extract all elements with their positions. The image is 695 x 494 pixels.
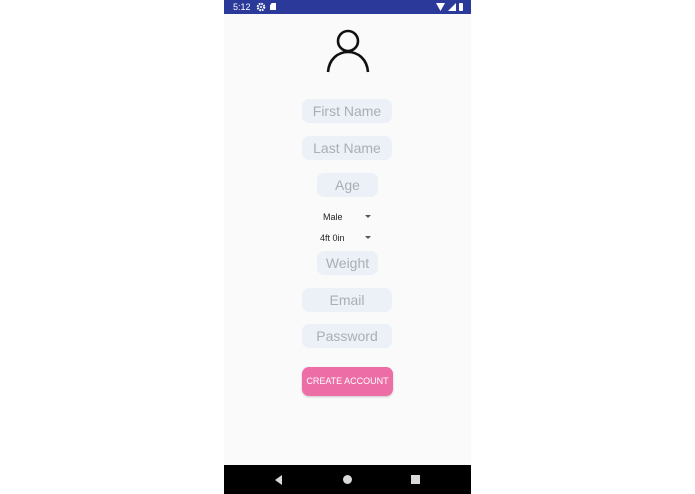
- sd-card-icon: [270, 3, 276, 10]
- height-dropdown[interactable]: 4ft 0in: [320, 230, 374, 246]
- status-time: 5:12: [233, 2, 251, 12]
- gear-icon: [256, 2, 266, 12]
- last-name-input[interactable]: Last Name: [302, 136, 392, 160]
- chevron-down-icon: [365, 215, 371, 218]
- age-input[interactable]: Age: [317, 173, 378, 197]
- person-icon: [326, 29, 370, 73]
- status-icons: [436, 2, 463, 12]
- chevron-down-icon: [365, 236, 371, 239]
- wifi-icon: [436, 3, 445, 11]
- navigation-bar: [224, 465, 471, 494]
- first-name-input[interactable]: First Name: [302, 99, 392, 123]
- recents-icon[interactable]: [411, 475, 420, 484]
- status-bar: 5:12: [224, 0, 471, 14]
- weight-input[interactable]: Weight: [317, 251, 378, 275]
- battery-icon: [459, 3, 463, 11]
- signal-icon: [448, 3, 456, 11]
- home-icon[interactable]: [343, 475, 352, 484]
- gender-selected-value: Male: [323, 212, 343, 222]
- height-selected-value: 4ft 0in: [320, 233, 345, 243]
- email-input[interactable]: Email: [302, 288, 392, 312]
- gender-dropdown[interactable]: Male: [323, 209, 375, 225]
- back-icon[interactable]: [275, 475, 282, 485]
- password-input[interactable]: Password: [302, 324, 392, 348]
- create-account-button[interactable]: CREATE ACCOUNT: [302, 367, 393, 396]
- phone-screen: 5:12 First Name Last Name Age Male 4ft 0…: [224, 0, 471, 494]
